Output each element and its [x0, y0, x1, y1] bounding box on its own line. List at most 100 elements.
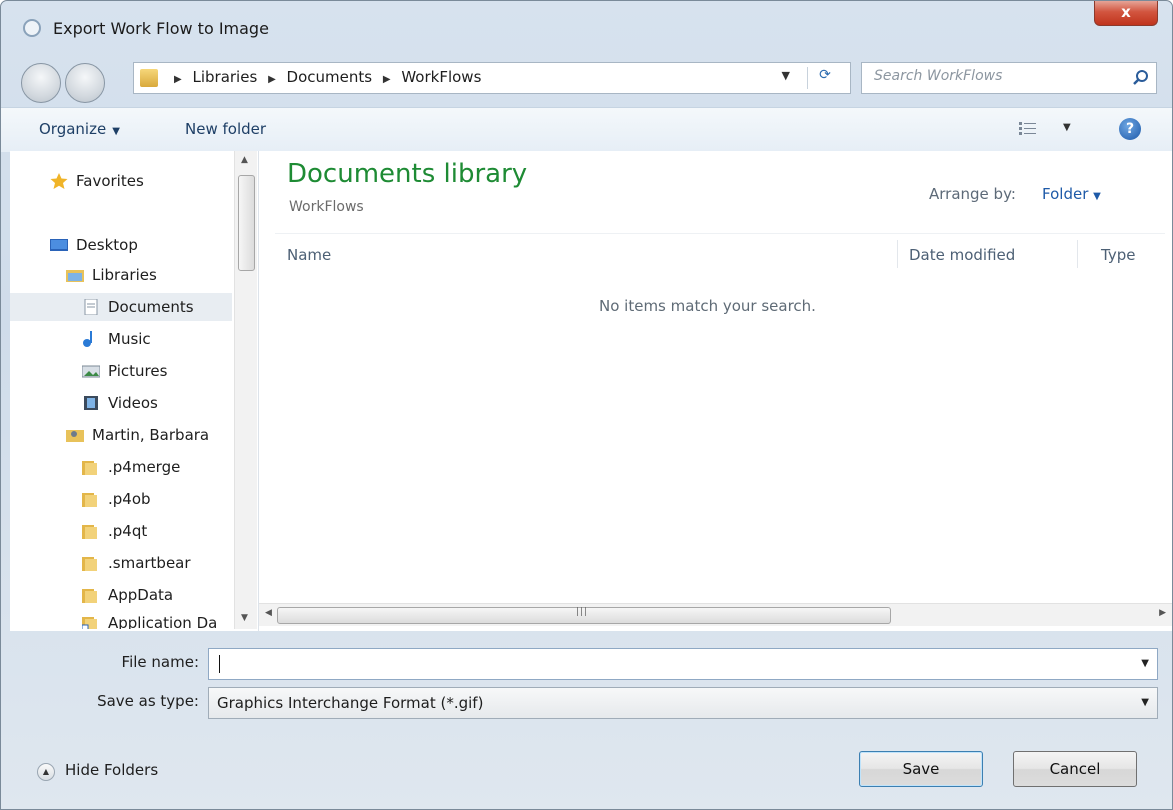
sidebar-item-label: Libraries [92, 266, 157, 284]
sidebar-item-label: Martin, Barbara [92, 426, 210, 444]
save-button[interactable]: Save [859, 751, 983, 787]
navigation-pane: Favorites Desktop Libraries Documents Mu… [10, 151, 259, 631]
grip-icon: ||| [576, 607, 589, 617]
title-bar: Export Work Flow to Image x [1, 1, 1172, 59]
hide-folders-label: Hide Folders [65, 761, 159, 779]
user-folder-icon [66, 430, 84, 442]
sidebar-item-desktop[interactable]: Desktop [10, 231, 232, 259]
sidebar-item-videos[interactable]: Videos [10, 389, 232, 417]
collapse-icon: ▲ [37, 763, 55, 781]
scrollbar-thumb[interactable]: ||| [277, 607, 891, 624]
view-options-icon[interactable] [1019, 121, 1037, 137]
back-button[interactable] [21, 63, 61, 103]
scroll-left-icon[interactable]: ◀ [265, 608, 272, 618]
sidebar-item-favorites[interactable]: Favorites [10, 167, 232, 195]
cancel-button[interactable]: Cancel [1013, 751, 1137, 787]
column-header-date-modified[interactable]: Date modified [909, 246, 1015, 264]
chevron-right-icon: ▶ [382, 74, 391, 85]
refresh-icon[interactable]: ⟳ [807, 67, 842, 89]
column-divider[interactable] [897, 240, 898, 268]
sidebar-item-label: Music [108, 330, 151, 348]
file-list-pane: Documents library WorkFlows Arrange by: … [259, 151, 1172, 631]
sidebar-item-smartbear[interactable]: .smartbear [10, 549, 232, 577]
save-as-type-select[interactable]: Graphics Interchange Format (*.gif) ▼ [208, 687, 1158, 719]
new-folder-button[interactable]: New folder [185, 120, 266, 138]
folder-icon [140, 69, 158, 87]
arrange-by-label: Arrange by: [929, 185, 1016, 203]
address-row: ▶ Libraries ▶ Documents ▶ WorkFlows ▼ ⟳ … [1, 59, 1172, 107]
music-icon [83, 331, 92, 347]
file-list-scrollbar[interactable]: ◀ ||| ▶ [259, 603, 1172, 626]
export-dialog: Export Work Flow to Image x ▶ Libraries … [0, 0, 1173, 810]
address-bar[interactable]: ▶ Libraries ▶ Documents ▶ WorkFlows ▼ ⟳ [133, 62, 851, 94]
sidebar-item-pictures[interactable]: Pictures [10, 357, 232, 385]
help-icon[interactable]: ? [1119, 118, 1141, 140]
breadcrumb-documents[interactable]: Documents [287, 68, 373, 86]
sidebar-item-p4merge[interactable]: .p4merge [10, 453, 232, 481]
file-name-label: File name: [121, 653, 199, 671]
sidebar-item-p4qt[interactable]: .p4qt [10, 517, 232, 545]
pictures-icon [82, 365, 100, 378]
breadcrumb-libraries[interactable]: Libraries [192, 68, 257, 86]
search-icon[interactable] [1132, 69, 1150, 87]
view-dropdown-icon[interactable]: ▼ [1063, 122, 1071, 133]
arrange-by-value: Folder [1042, 185, 1089, 203]
sidebar-item-documents[interactable]: Documents [10, 293, 232, 321]
hide-folders-button[interactable]: ▲ Hide Folders [37, 761, 159, 781]
sidebar-item-label: .p4qt [108, 522, 148, 540]
scroll-right-icon[interactable]: ▶ [1159, 608, 1166, 618]
chevron-down-icon: ▼ [1093, 191, 1101, 202]
sidebar-item-label: Desktop [76, 236, 138, 254]
folder-icon [82, 461, 97, 475]
navigation-scrollbar[interactable]: ▲ ▼ [234, 151, 257, 629]
close-button[interactable]: x [1094, 1, 1158, 26]
sidebar-item-label: Favorites [76, 172, 144, 190]
sidebar-item-p4ob[interactable]: .p4ob [10, 485, 232, 513]
libraries-icon [66, 270, 84, 282]
file-name-field[interactable]: ▼ [208, 648, 1158, 680]
sidebar-item-music[interactable]: Music [10, 325, 232, 353]
scrollbar-thumb[interactable] [238, 175, 255, 271]
library-title: Documents library [287, 159, 528, 189]
sidebar-item-application-data[interactable]: Application Da [10, 609, 232, 629]
chevron-down-icon[interactable]: ▼ [1141, 658, 1149, 669]
chevron-right-icon: ▶ [268, 74, 276, 85]
organize-button[interactable]: Organize ▼ [39, 120, 120, 138]
text-cursor [219, 655, 220, 673]
sidebar-item-martin-barbara[interactable]: Martin, Barbara [10, 421, 232, 449]
folder-icon [82, 525, 97, 539]
sidebar-item-label: Documents [108, 298, 194, 316]
column-divider[interactable] [1077, 240, 1078, 268]
sidebar-item-label: .p4ob [108, 490, 151, 508]
command-bar: Organize ▼ New folder ▼ ? [1, 107, 1172, 152]
window-title: Export Work Flow to Image [53, 19, 269, 38]
breadcrumb: ▶ Libraries ▶ Documents ▶ WorkFlows [174, 68, 487, 86]
sidebar-item-label: .smartbear [108, 554, 191, 572]
save-as-type-value: Graphics Interchange Format (*.gif) [217, 694, 484, 712]
chevron-down-icon: ▼ [112, 126, 120, 137]
column-header-type[interactable]: Type [1101, 246, 1135, 264]
scroll-up-icon[interactable]: ▲ [241, 155, 248, 165]
address-dropdown-icon[interactable]: ▼ [782, 69, 790, 82]
empty-list-message: No items match your search. [599, 297, 816, 315]
library-subtitle: WorkFlows [289, 199, 364, 215]
search-placeholder: Search WorkFlows [874, 68, 1003, 84]
sidebar-item-libraries[interactable]: Libraries [10, 261, 232, 289]
arrange-by-dropdown[interactable]: Folder ▼ [1042, 185, 1101, 203]
videos-icon [84, 396, 98, 410]
folder-icon [82, 589, 97, 603]
desktop-icon [50, 239, 68, 251]
forward-button[interactable] [65, 63, 105, 103]
breadcrumb-workflows[interactable]: WorkFlows [401, 68, 481, 86]
scroll-down-icon[interactable]: ▼ [241, 613, 248, 623]
save-form: File name: ▼ Save as type: Graphics Inte… [1, 631, 1172, 809]
sidebar-item-appdata[interactable]: AppData [10, 581, 232, 609]
save-as-type-label: Save as type: [97, 692, 199, 710]
organize-label: Organize [39, 120, 107, 138]
column-header-name[interactable]: Name [287, 246, 331, 264]
sidebar-item-label: .p4merge [108, 458, 181, 476]
search-input[interactable]: Search WorkFlows [861, 62, 1157, 94]
sidebar-item-label: AppData [108, 586, 174, 604]
sidebar-item-label: Pictures [108, 362, 168, 380]
shortcut-folder-icon [82, 617, 97, 629]
